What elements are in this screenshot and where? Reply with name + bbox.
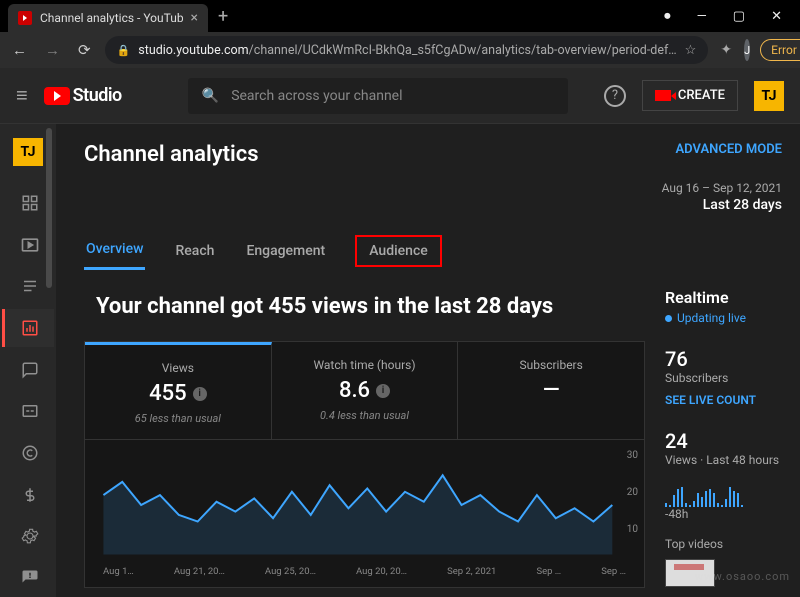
stat-subscribers[interactable]: Subscribers — [458,342,644,439]
sidebar-scrollbar[interactable] [46,128,52,288]
updating-live-indicator: Updating live [665,311,790,325]
sidebar-monetization[interactable] [2,476,54,514]
tab-engagement[interactable]: Engagement [244,233,327,269]
realtime-subs-value: 76 [665,347,790,371]
close-window-icon[interactable]: ✕ [771,9,782,24]
sparkline-label: -48h [665,507,790,521]
realtime-title: Realtime [665,288,790,307]
logo-text: Studio [73,85,122,106]
youtube-favicon [18,11,32,25]
sidebar-comments[interactable] [2,351,54,389]
new-tab-button[interactable]: + [208,6,238,27]
lock-icon: 🔒 [117,44,131,57]
advanced-mode-link[interactable]: ADVANCED MODE [675,142,782,167]
tab-overview[interactable]: Overview [84,231,145,270]
stat-views[interactable]: Views 455i 65 less than usual [85,342,272,439]
info-icon: i [376,384,390,398]
record-icon[interactable]: ⏺ [664,9,671,24]
back-button[interactable]: ← [8,41,31,59]
date-range-picker[interactable]: Aug 16 – Sep 12, 2021 Last 28 days [84,181,800,213]
extensions-icon[interactable]: ✦ [718,42,734,58]
tab-title: Channel analytics - YouTube Stu [40,11,183,25]
stat-watch-time[interactable]: Watch time (hours) 8.6i 0.4 less than us… [272,342,459,439]
page-title: Channel analytics [84,142,259,167]
reload-button[interactable]: ⟳ [74,41,95,59]
help-icon[interactable]: ? [604,85,626,107]
browser-profile-avatar[interactable]: J [744,39,750,61]
url-text: studio.youtube.com/channel/UCdkWmRcI-Bkh… [138,43,676,58]
tab-audience[interactable]: Audience [355,235,442,267]
search-placeholder: Search across your channel [231,88,402,104]
forward-button[interactable]: → [41,41,64,59]
sidebar-analytics[interactable] [2,309,54,347]
realtime-views-value: 24 [665,429,790,453]
youtube-icon [44,87,70,105]
maximize-icon[interactable]: ▢ [733,9,745,24]
top-video-thumbnail[interactable] [665,559,715,587]
realtime-views-label: Views · Last 48 hours [665,453,790,467]
search-input[interactable]: 🔍 Search across your channel [188,78,568,114]
info-icon: i [193,387,207,401]
see-live-count-link[interactable]: SEE LIVE COUNT [665,393,790,407]
browser-tab[interactable]: Channel analytics - YouTube Stu × [8,4,208,32]
realtime-subs-label: Subscribers [665,371,790,385]
sidebar-feedback[interactable] [2,559,54,597]
views-chart[interactable]: 302010 Aug 1…Aug 21, 20…Aug 25, 20…Aug 2… [84,440,645,588]
tab-reach[interactable]: Reach [173,233,216,269]
hamburger-menu-icon[interactable]: ≡ [16,83,28,108]
sidebar-settings[interactable] [2,518,54,556]
sidebar-copyright[interactable] [2,434,54,472]
sidebar-channel-avatar[interactable]: TJ [13,138,43,166]
sidebar-subtitles[interactable] [2,393,54,431]
address-bar[interactable]: 🔒 studio.youtube.com/channel/UCdkWmRcI-B… [105,36,709,64]
create-video-icon [655,90,671,101]
minimize-icon[interactable]: — [697,9,707,24]
youtube-studio-logo[interactable]: Studio [44,85,122,106]
realtime-sparkline [665,477,790,507]
summary-headline: Your channel got 455 views in the last 2… [96,294,645,319]
top-videos-heading: Top videos [665,537,790,551]
search-icon: 🔍 [202,88,219,104]
close-tab-icon[interactable]: × [191,10,198,26]
error-button[interactable]: Error ⋮ [760,39,800,61]
create-button[interactable]: CREATE [642,80,738,111]
channel-avatar[interactable]: TJ [754,81,784,111]
bookmark-icon[interactable]: ☆ [685,43,697,58]
